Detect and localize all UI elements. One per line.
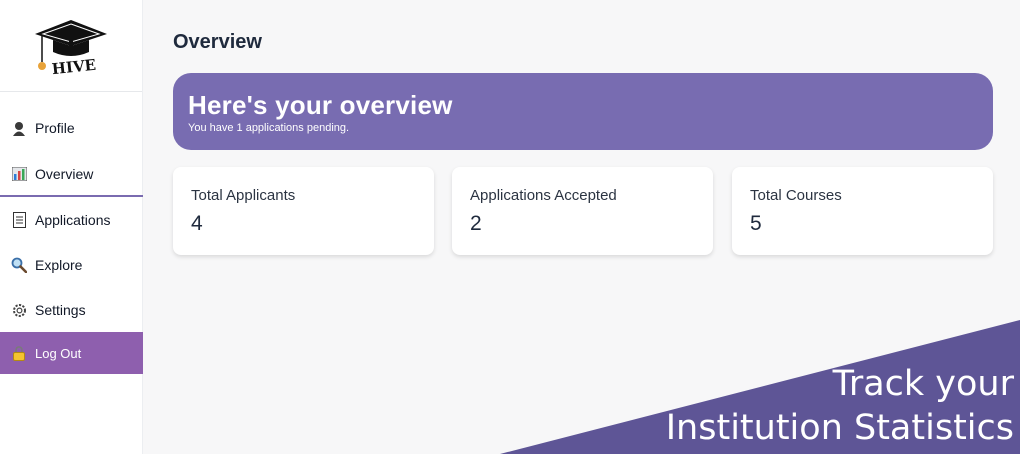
gear-icon xyxy=(11,302,27,318)
hive-logo[interactable]: HIVE xyxy=(31,16,111,76)
sidebar-item-label: Profile xyxy=(35,120,75,136)
banner-subtitle: You have 1 applications pending. xyxy=(188,122,350,134)
banner-title: Here's your overview xyxy=(188,90,453,120)
lock-icon xyxy=(11,345,27,361)
stat-card-applications-accepted: Applications Accepted 2 xyxy=(452,167,713,255)
promo-line-2: Institution Statistics xyxy=(665,408,1014,448)
promo-text: Track your Institution Statistics xyxy=(666,362,1014,450)
stat-label: Applications Accepted xyxy=(470,187,617,204)
sidebar-item-label: Applications xyxy=(35,212,111,228)
promo-banner: Track your Institution Statistics xyxy=(500,320,1020,454)
sidebar-item-label: Explore xyxy=(35,257,83,273)
stat-value: 5 xyxy=(750,212,762,235)
sidebar-item-settings[interactable]: Settings xyxy=(0,290,143,330)
stat-label: Total Courses xyxy=(750,187,842,204)
stat-card-total-courses: Total Courses 5 xyxy=(732,167,993,255)
page-title: Overview xyxy=(173,31,262,53)
bar-chart-icon xyxy=(11,166,27,182)
magnifier-icon xyxy=(11,257,27,273)
sidebar-item-overview[interactable]: Overview xyxy=(0,153,143,197)
document-icon xyxy=(11,212,27,228)
stat-card-total-applicants: Total Applicants 4 xyxy=(173,167,434,255)
overview-banner: Here's your overview You have 1 applicat… xyxy=(173,73,993,150)
logout-label: Log Out xyxy=(35,345,82,361)
stat-value: 4 xyxy=(191,212,203,235)
promo-line-1: Track your xyxy=(832,364,1014,404)
user-icon xyxy=(11,120,27,136)
sidebar-item-label: Overview xyxy=(35,166,94,182)
sidebar: HIVE Profile Overview Applications Explo… xyxy=(0,0,143,454)
sidebar-item-profile[interactable]: Profile xyxy=(0,108,143,148)
sidebar-item-explore[interactable]: Explore xyxy=(0,245,143,285)
stat-value: 2 xyxy=(470,212,482,235)
stat-label: Total Applicants xyxy=(191,187,296,204)
sidebar-item-applications[interactable]: Applications xyxy=(0,200,143,240)
logo-area: HIVE xyxy=(0,0,142,92)
logout-button[interactable]: Log Out xyxy=(0,332,143,374)
sidebar-item-label: Settings xyxy=(35,302,86,318)
logo-text: HIVE xyxy=(51,55,97,75)
